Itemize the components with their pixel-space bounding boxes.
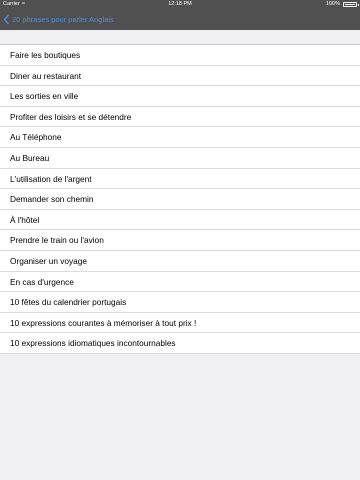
list-item[interactable]: Au Téléphone — [0, 127, 360, 148]
back-button[interactable]: 20 phrases pour parler Anglais — [3, 14, 114, 25]
list-item[interactable]: Prendre le train ou l'avion — [0, 230, 360, 251]
list-item[interactable]: L'utilisation de l'argent — [0, 169, 360, 190]
navigation-bar: 20 phrases pour parler Anglais — [0, 9, 360, 30]
list-item[interactable]: Au Bureau — [0, 148, 360, 169]
list-item[interactable]: Profiter des loisirs et se détendre — [0, 107, 360, 128]
battery-icon — [343, 2, 359, 7]
list-item[interactable]: En cas d'urgence — [0, 272, 360, 293]
topic-list: Faire les boutiques Diner au restaurant Le… — [0, 44, 360, 354]
list-item[interactable]: Demander son chemin — [0, 189, 360, 210]
list-item[interactable]: Faire les boutiques — [0, 45, 360, 66]
list-item[interactable]: 10 expressions idiomatiques incontournab… — [0, 333, 360, 354]
list-item[interactable]: Organiser un voyage — [0, 251, 360, 272]
list-item[interactable]: 10 expressions courantes à mémoriser à t… — [0, 313, 360, 334]
list-item[interactable]: 10 fêtes du calendrier portugais — [0, 292, 360, 313]
back-button-label: 20 phrases pour parler Anglais — [12, 15, 114, 24]
list-item[interactable]: Les sorties en ville — [0, 86, 360, 107]
list-item[interactable]: À l'hôtel — [0, 210, 360, 231]
status-time: 12:18 PM — [168, 1, 192, 7]
chevron-left-icon — [3, 14, 10, 25]
status-bar: Carrier ≈ 12:18 PM 100% — [0, 0, 360, 9]
list-item[interactable]: Diner au restaurant — [0, 66, 360, 87]
battery-percent: 100% — [325, 1, 340, 7]
